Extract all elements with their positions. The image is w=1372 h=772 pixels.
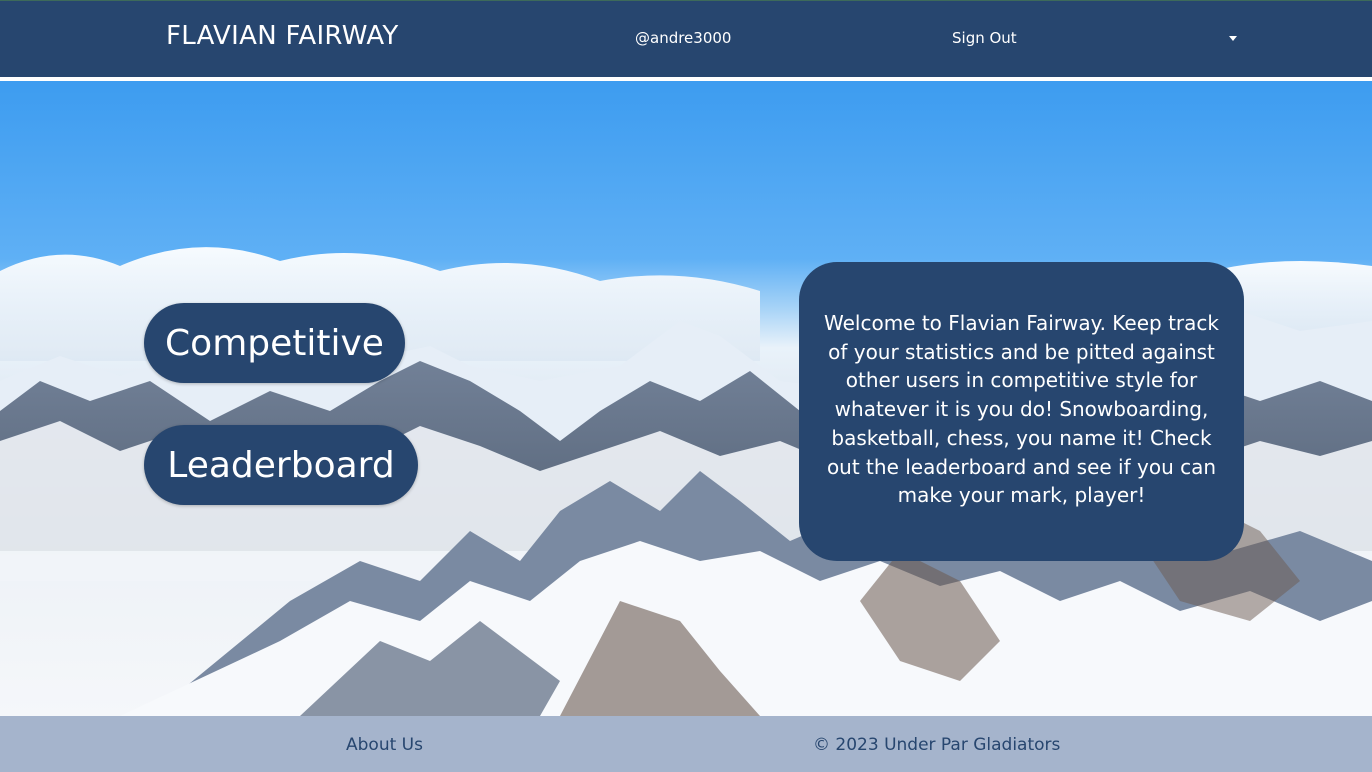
hero-section: Competitive Leaderboard Welcome to Flavi… [0,81,1372,716]
copyright-text: © 2023 Under Par Gladiators [813,735,1061,755]
username-label[interactable]: @andre3000 [635,29,731,47]
top-navbar: FLAVIAN FAIRWAY @andre3000 Sign Out [0,0,1372,77]
caret-down-icon[interactable] [1229,36,1237,41]
footer: About Us © 2023 Under Par Gladiators [0,716,1372,772]
competitive-button[interactable]: Competitive [144,303,405,383]
brand-logo[interactable]: FLAVIAN FAIRWAY [166,21,399,51]
welcome-text: Welcome to Flavian Fairway. Keep track o… [824,311,1219,508]
leaderboard-button[interactable]: Leaderboard [144,425,418,505]
sign-out-link[interactable]: Sign Out [952,29,1017,47]
about-us-link[interactable]: About Us [346,735,423,755]
welcome-card: Welcome to Flavian Fairway. Keep track o… [799,262,1244,561]
